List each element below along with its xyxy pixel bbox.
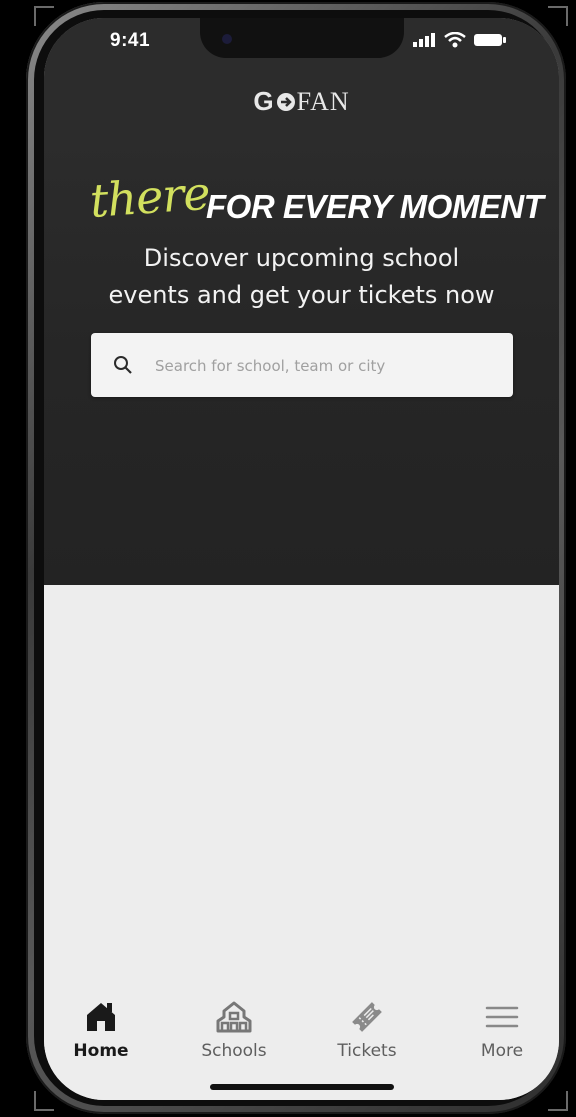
logo-fan: FAN — [296, 87, 350, 116]
subtitle-line-1: Discover upcoming school — [143, 244, 460, 272]
hamburger-menu-icon — [485, 1006, 519, 1028]
search-input[interactable] — [153, 347, 497, 385]
status-time: 9:41 — [110, 30, 151, 51]
tagline: there FOR EVERY MOMENT — [88, 166, 544, 244]
app-screen: 9:41 G FAN there FOR EVERY MOMENT Discov… — [44, 18, 559, 1100]
home-indicator[interactable] — [210, 1084, 394, 1090]
search-bar[interactable] — [91, 333, 513, 397]
gofan-logo: G FAN — [44, 86, 559, 117]
tab-home-label: Home — [73, 1041, 129, 1061]
hero-subtitle: Discover upcoming school events and get … — [44, 240, 559, 314]
house-icon — [87, 1003, 115, 1031]
school-building-icon — [216, 1001, 252, 1033]
wifi-icon — [444, 32, 466, 48]
tab-bar: Home Schools Tickets More — [44, 985, 559, 1100]
tagline-bold: FOR EVERY MOMENT — [206, 188, 544, 225]
signal-icon — [413, 33, 435, 47]
tab-schools[interactable]: Schools — [179, 997, 289, 1061]
hero-section: 9:41 G FAN there FOR EVERY MOMENT Discov… — [44, 18, 559, 585]
camera-dot — [222, 34, 232, 44]
tab-more[interactable]: More — [447, 997, 557, 1061]
tab-tickets[interactable]: Tickets — [312, 997, 422, 1061]
arrow-o-icon — [276, 93, 295, 111]
status-icons — [412, 32, 506, 48]
battery-icon — [474, 34, 506, 46]
tagline-script: there — [88, 165, 212, 228]
tab-schools-label: Schools — [201, 1041, 267, 1061]
ticket-icon — [352, 1002, 382, 1032]
tab-home[interactable]: Home — [46, 997, 156, 1061]
search-icon — [114, 356, 132, 374]
content-area — [44, 585, 559, 985]
subtitle-line-2: events and get your tickets now — [108, 281, 495, 309]
device-mockup: 9:41 G FAN there FOR EVERY MOMENT Discov… — [0, 0, 576, 1117]
tab-more-label: More — [480, 1041, 524, 1061]
tab-tickets-label: Tickets — [337, 1041, 397, 1061]
logo-go: G — [253, 86, 275, 116]
